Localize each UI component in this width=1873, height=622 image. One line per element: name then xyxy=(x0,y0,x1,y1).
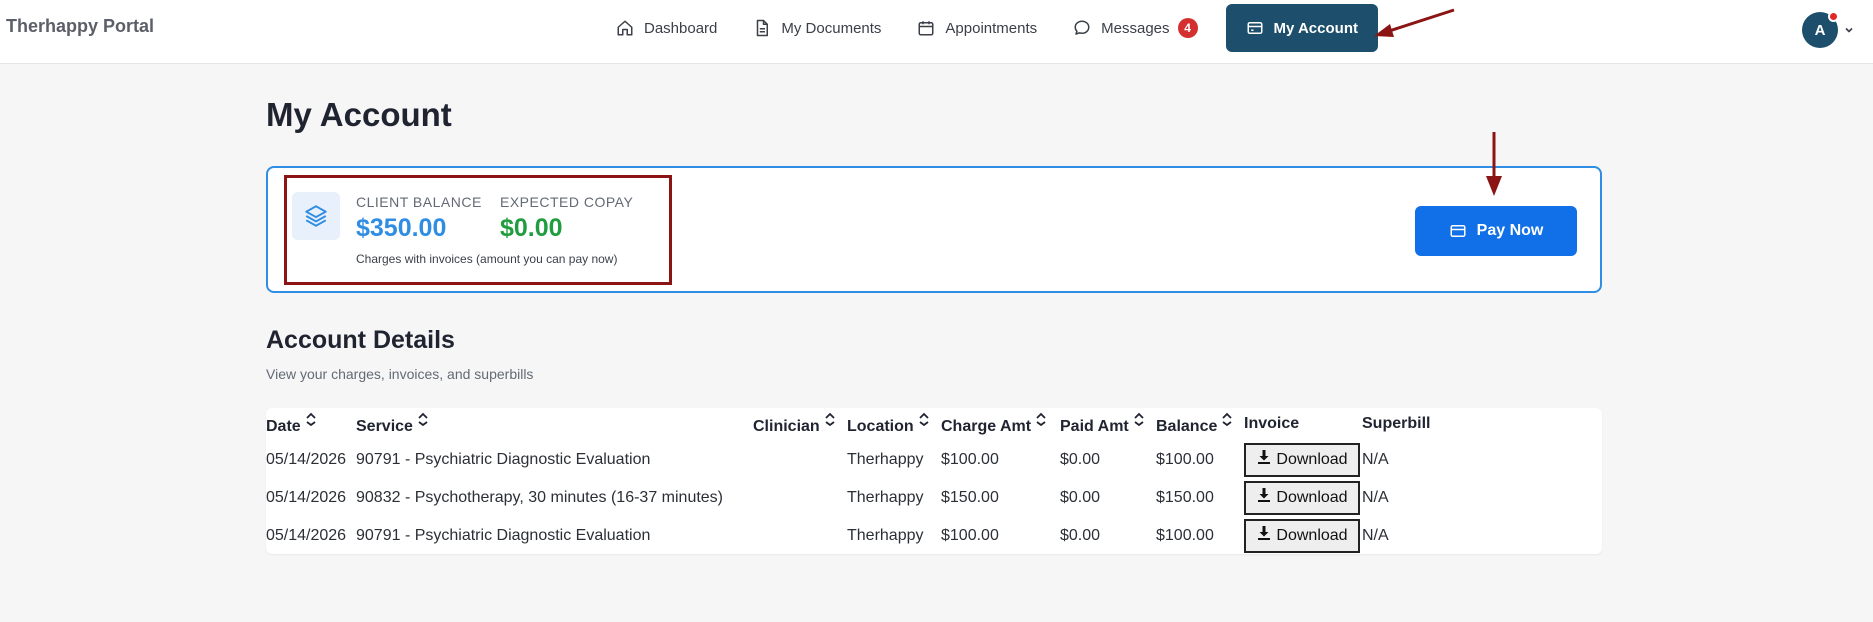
column-header-invoice: Invoice xyxy=(1244,415,1299,433)
nav-appointments-label: Appointments xyxy=(945,19,1038,37)
balance-note: Charges with invoices (amount you can pa… xyxy=(356,252,618,266)
column-header-superbill: Superbill xyxy=(1362,415,1430,433)
pay-now-button[interactable]: Pay Now xyxy=(1415,206,1577,256)
download-icon xyxy=(1258,526,1271,540)
cell-date: 05/14/2026 xyxy=(266,527,347,544)
cell-charge: $100.00 xyxy=(941,527,999,544)
invoice-download-button[interactable]: Download xyxy=(1244,443,1360,477)
sort-icon[interactable] xyxy=(1221,412,1233,426)
brand-logo[interactable]: Therhappy Portal xyxy=(6,16,154,37)
cell-paid: $0.00 xyxy=(1060,527,1101,544)
balance-card: CLIENT BALANCE $350.00 EXPECTED COPAY $0… xyxy=(266,166,1602,293)
column-clinician-label: Clinician xyxy=(753,418,820,435)
pay-now-label: Pay Now xyxy=(1476,222,1544,239)
column-header-balance[interactable]: Balance xyxy=(1156,412,1233,436)
cell-location: Therhappy xyxy=(847,451,924,468)
invoice-download-button[interactable]: Download xyxy=(1244,481,1360,515)
cell-superbill: N/A xyxy=(1362,451,1389,468)
notification-dot xyxy=(1828,11,1839,22)
download-label: Download xyxy=(1276,489,1348,506)
unread-messages-badge: 4 xyxy=(1177,18,1198,38)
nav-dashboard-label: Dashboard xyxy=(644,19,718,37)
chat-bubble-icon xyxy=(1074,20,1090,35)
nav-appointments[interactable]: Appointments xyxy=(899,4,1055,52)
nav-documents[interactable]: My Documents xyxy=(735,4,899,52)
cell-balance: $100.00 xyxy=(1156,527,1214,544)
cell-paid: $0.00 xyxy=(1060,451,1101,468)
column-paid-label: Paid Amt xyxy=(1060,418,1129,435)
column-charge-label: Charge Amt xyxy=(941,418,1032,435)
cell-superbill: N/A xyxy=(1362,527,1389,544)
expected-copay: EXPECTED COPAY $0.00 xyxy=(500,194,633,243)
cell-paid: $0.00 xyxy=(1060,489,1101,506)
nav-messages-label: Messages xyxy=(1101,19,1170,37)
account-details-subtitle: View your charges, invoices, and superbi… xyxy=(266,366,534,382)
cell-service: 90832 - Psychotherapy, 30 minutes (16-37… xyxy=(356,489,724,506)
page-title: My Account xyxy=(266,96,452,133)
cell-service: 90791 - Psychiatric Diagnostic Evaluatio… xyxy=(356,527,651,544)
nav-my-account-label: My Account xyxy=(1273,19,1358,37)
cell-charge: $100.00 xyxy=(941,451,999,468)
home-icon xyxy=(617,20,633,36)
credit-card-icon xyxy=(1247,22,1263,34)
sort-icon[interactable] xyxy=(305,412,317,426)
column-header-date[interactable]: Date xyxy=(266,412,317,436)
annotation-arrow-account xyxy=(1374,8,1455,37)
nav-dashboard[interactable]: Dashboard xyxy=(598,4,735,52)
client-balance-label: CLIENT BALANCE xyxy=(356,194,482,210)
avatar[interactable]: A xyxy=(1802,11,1839,48)
download-icon xyxy=(1258,450,1271,464)
cell-balance: $150.00 xyxy=(1156,489,1214,506)
avatar-initial: A xyxy=(1814,21,1826,39)
sort-icon[interactable] xyxy=(1035,412,1047,426)
column-header-paid[interactable]: Paid Amt xyxy=(1060,412,1145,436)
cell-charge: $150.00 xyxy=(941,489,999,506)
sort-icon[interactable] xyxy=(918,412,930,426)
credit-card-icon xyxy=(1450,225,1466,237)
expected-copay-label: EXPECTED COPAY xyxy=(500,194,634,210)
nav-documents-label: My Documents xyxy=(781,19,882,37)
column-superbill-label: Superbill xyxy=(1362,415,1431,432)
client-balance: CLIENT BALANCE $350.00 xyxy=(356,194,482,243)
chevron-down-icon[interactable] xyxy=(1844,25,1854,35)
invoice-download-button[interactable]: Download xyxy=(1244,519,1360,553)
cell-superbill: N/A xyxy=(1362,489,1389,506)
nav-messages[interactable]: Messages 4 xyxy=(1055,4,1215,52)
document-icon xyxy=(757,19,769,37)
layers-icon xyxy=(292,192,340,240)
column-balance-label: Balance xyxy=(1156,418,1218,435)
column-date-label: Date xyxy=(266,418,301,435)
account-details-title: Account Details xyxy=(266,326,455,354)
sort-icon[interactable] xyxy=(1133,412,1145,426)
column-header-service[interactable]: Service xyxy=(356,412,429,436)
sort-icon[interactable] xyxy=(824,412,836,426)
sort-icon[interactable] xyxy=(417,412,429,426)
user-menu[interactable]: A xyxy=(1802,11,1854,48)
expected-copay-value: $0.00 xyxy=(500,214,563,242)
charges-table: Date Service Clinician Location Charge A… xyxy=(266,408,1602,554)
column-header-location[interactable]: Location xyxy=(847,412,930,436)
download-icon xyxy=(1258,488,1271,502)
nav-my-account[interactable]: My Account xyxy=(1225,4,1378,52)
column-header-clinician[interactable]: Clinician xyxy=(753,412,836,436)
column-header-charge[interactable]: Charge Amt xyxy=(941,412,1047,436)
download-label: Download xyxy=(1276,451,1348,468)
annotation-arrow-pay xyxy=(1486,132,1502,196)
cell-location: Therhappy xyxy=(847,527,924,544)
cell-balance: $100.00 xyxy=(1156,451,1214,468)
main-nav: Dashboard My Documents Appointments Mess… xyxy=(598,4,1378,52)
calendar-icon xyxy=(918,21,934,36)
cell-location: Therhappy xyxy=(847,489,924,506)
column-service-label: Service xyxy=(356,418,413,435)
cell-date: 05/14/2026 xyxy=(266,489,347,506)
column-location-label: Location xyxy=(847,418,914,435)
column-invoice-label: Invoice xyxy=(1244,415,1300,432)
download-label: Download xyxy=(1276,527,1348,544)
top-navbar: Therhappy Portal Dashboard My Documents … xyxy=(0,0,1873,64)
client-balance-value: $350.00 xyxy=(356,214,447,242)
cell-date: 05/14/2026 xyxy=(266,451,347,468)
cell-service: 90791 - Psychiatric Diagnostic Evaluatio… xyxy=(356,451,651,468)
